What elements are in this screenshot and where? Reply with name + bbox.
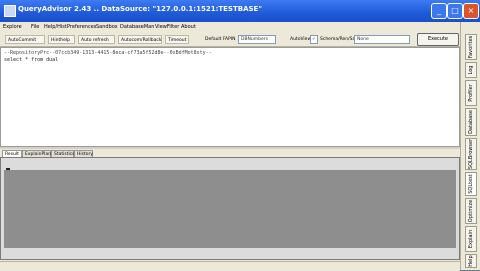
sidebar-tab-label: Log: [468, 65, 474, 75]
menu-about[interactable]: About: [181, 24, 196, 30]
timeout-button[interactable]: Timeout: [165, 35, 189, 44]
menu-databaseman[interactable]: DatabaseMan: [120, 24, 154, 30]
editor-line-2: select * from dual: [4, 57, 59, 63]
autoview-checkbox[interactable]: ✓: [310, 35, 318, 44]
autocom-rollback-button[interactable]: Autocom/Rollback: [118, 35, 162, 44]
sidebar-tab-label: Favorites: [468, 35, 474, 59]
sidebar-tab-log[interactable]: Log: [465, 62, 477, 78]
menu-help-hist[interactable]: Help/Hist: [44, 24, 67, 30]
sidebar-tab-label: Optimize: [468, 199, 474, 223]
editor-line-1: --RepositoryPrc--07ccb349-1313-4415-8eca…: [4, 50, 212, 56]
execute-button[interactable]: Execute: [417, 33, 459, 46]
menu-viewfilter[interactable]: ViewFilter: [155, 24, 179, 30]
autoview-label: AutoView: [290, 37, 312, 42]
app-icon: [4, 5, 16, 17]
fetch-select[interactable]: DBNumbers: [238, 35, 276, 44]
close-icon[interactable]: ×: [463, 3, 479, 19]
menu-bar: Explore File Help/Hist Preferences Sandb…: [0, 22, 480, 32]
schema-label: Schema/Ren/Sa: [320, 37, 356, 42]
sidebar-tab-database[interactable]: Database: [465, 108, 477, 136]
autocommit-button[interactable]: AutoCommit: [5, 35, 45, 44]
minimize-icon[interactable]: _: [431, 3, 447, 19]
application-window: QueryAdvisor 2.43 .. DataSource: "127.0.…: [0, 0, 480, 271]
sql-editor[interactable]: --RepositoryPrc--07ccb349-1313-4415-8eca…: [0, 47, 460, 147]
sidebar-tab-label: Profiler: [468, 84, 474, 102]
sidebar-tab-sqlbrowser[interactable]: SQLBrowser: [465, 138, 477, 170]
toolbar: AutoCommit Hinthelp Auto refresh Autocom…: [0, 32, 460, 47]
sidebar-tab-profiler[interactable]: Profiler: [465, 80, 477, 106]
menu-file[interactable]: File: [31, 24, 39, 30]
sidebar-tab-explain[interactable]: Explain: [465, 226, 477, 252]
sidebar-tab-label: SQLBrowser: [468, 138, 474, 170]
tab-statistics[interactable]: Statistics: [51, 150, 75, 157]
title-bar[interactable]: QueryAdvisor 2.43 .. DataSource: "127.0.…: [0, 0, 480, 22]
auto-refresh-button[interactable]: Auto refresh: [78, 35, 115, 44]
menu-preferences[interactable]: Preferences: [67, 24, 96, 30]
sidebar-tab-sqltest[interactable]: SQLtest: [465, 172, 477, 196]
result-grid[interactable]: [4, 170, 456, 248]
sidebar-tab-label: Help: [468, 255, 474, 267]
sidebar-tab-label: Explain: [468, 229, 474, 249]
sidebar-tab-help[interactable]: Help: [465, 254, 477, 268]
menu-sandbox[interactable]: Sandbox: [96, 24, 118, 30]
result-tabs: Result ExplainPlan Statistics History: [0, 149, 460, 157]
sidebar-tab-label: Database: [468, 110, 474, 134]
hinthelp-button[interactable]: Hinthelp: [48, 35, 75, 44]
sidebar-tab-favorites[interactable]: Favorites: [465, 34, 477, 60]
menu-explore[interactable]: Explore: [3, 24, 22, 30]
sidebar-tab-label: SQLtest: [468, 174, 474, 194]
maximize-icon[interactable]: □: [447, 3, 463, 19]
sidebar-tab-optimize[interactable]: Optimize: [465, 198, 477, 224]
tab-explainplan[interactable]: ExplainPlan: [22, 150, 51, 157]
result-panel: [0, 157, 460, 260]
tab-history[interactable]: History: [74, 150, 93, 157]
side-tab-bar: Favorites Log Profiler Database SQLBrows…: [460, 22, 480, 270]
window-title: QueryAdvisor 2.43 .. DataSource: "127.0.…: [18, 5, 262, 13]
fetch-label: Default FAPIN: [205, 37, 236, 42]
tab-result[interactable]: Result: [2, 150, 22, 157]
schema-select[interactable]: None: [354, 35, 410, 44]
